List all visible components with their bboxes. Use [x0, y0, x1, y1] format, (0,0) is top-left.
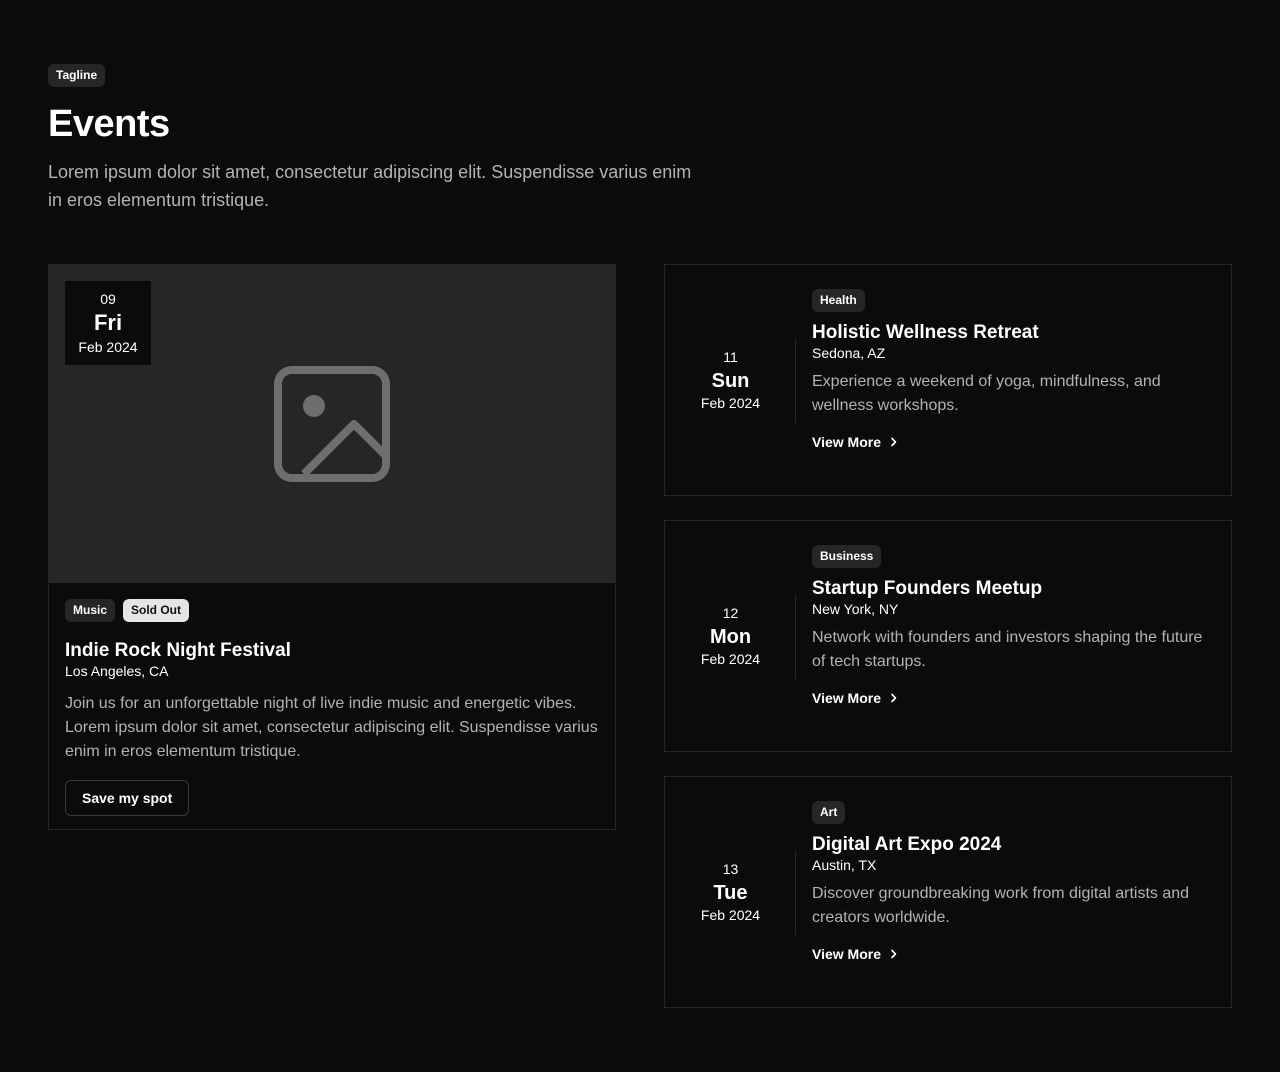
page-title: Events: [48, 103, 170, 145]
date-weekday: Fri: [93, 310, 123, 335]
event-location: New York, NY: [812, 601, 899, 617]
event-date-block: 12 Mon Feb 2024: [665, 521, 796, 751]
featured-event-body: Music Sold Out Indie Rock Night Festival…: [49, 583, 615, 832]
chevron-right-icon: [891, 437, 897, 447]
event-title: Holistic Wellness Retreat: [812, 322, 1039, 343]
event-date-block: 13 Tue Feb 2024: [665, 777, 796, 1007]
date-weekday: Sun: [711, 370, 750, 392]
event-content: Health Holistic Wellness Retreat Sedona,…: [812, 289, 1217, 452]
events-section: Tagline Events Lorem ipsum dolor sit ame…: [0, 0, 1280, 1072]
date-month: Feb 2024: [700, 907, 761, 923]
event-description: Network with founders and investors shap…: [812, 629, 1203, 670]
event-description: Join us for an unforgettable night of li…: [65, 695, 598, 760]
tagline-badge: Tagline: [48, 64, 106, 87]
event-content: Business Startup Founders Meetup New Yor…: [812, 545, 1217, 708]
event-location: Los Angeles, CA: [65, 663, 169, 679]
view-more-link[interactable]: View More: [812, 946, 899, 962]
date-day: 13: [722, 861, 739, 877]
view-more-label: View More: [812, 690, 881, 706]
event-card: 13 Tue Feb 2024 Art Digital Art Expo 202…: [664, 776, 1232, 1008]
page-description: Lorem ipsum dolor sit amet, consectetur …: [48, 162, 692, 210]
badge-group: Music Sold Out: [65, 599, 599, 622]
divider: [795, 851, 796, 935]
chevron-right-icon: [891, 949, 897, 959]
divider: [795, 339, 796, 423]
view-more-link[interactable]: View More: [812, 434, 899, 450]
featured-date-block: 09 Fri Feb 2024: [65, 281, 151, 365]
category-badge: Art: [812, 801, 846, 824]
date-month: Feb 2024: [700, 395, 761, 411]
category-badge: Health: [812, 289, 865, 312]
event-card: 12 Mon Feb 2024 Business Startup Founder…: [664, 520, 1232, 752]
view-more-label: View More: [812, 946, 881, 962]
event-location: Sedona, AZ: [812, 345, 886, 361]
divider: [795, 595, 796, 679]
featured-event-card: 09 Fri Feb 2024 Music Sold Out Indie Roc…: [48, 264, 616, 830]
view-more-link[interactable]: View More: [812, 690, 899, 706]
category-badge: Music: [65, 599, 116, 622]
date-month: Feb 2024: [78, 339, 138, 355]
date-weekday: Mon: [709, 626, 752, 648]
chevron-right-icon: [891, 693, 897, 703]
event-description: Discover groundbreaking work from digita…: [812, 885, 1190, 926]
date-day: 11: [723, 349, 738, 365]
date-weekday: Tue: [713, 882, 748, 904]
date-day: 12: [722, 605, 739, 621]
event-location: Austin, TX: [812, 857, 877, 873]
event-title: Startup Founders Meetup: [812, 578, 1043, 599]
event-title: Indie Rock Night Festival: [65, 640, 291, 661]
save-my-spot-button[interactable]: Save my spot: [65, 780, 190, 816]
featured-event-image: 09 Fri Feb 2024: [49, 265, 615, 583]
sold-out-badge: Sold Out: [123, 599, 190, 622]
event-description: Experience a weekend of yoga, mindfulnes…: [812, 373, 1161, 414]
date-month: Feb 2024: [700, 651, 761, 667]
event-content: Art Digital Art Expo 2024 Austin, TX Dis…: [812, 801, 1217, 964]
event-title: Digital Art Expo 2024: [812, 834, 1002, 855]
image-placeholder-icon: [274, 366, 390, 482]
category-badge: Business: [812, 545, 882, 568]
event-date-block: 11 Sun Feb 2024: [665, 265, 796, 495]
date-day: 09: [100, 291, 116, 307]
event-card: 11 Sun Feb 2024 Health Holistic Wellness…: [664, 264, 1232, 496]
view-more-label: View More: [812, 434, 881, 450]
